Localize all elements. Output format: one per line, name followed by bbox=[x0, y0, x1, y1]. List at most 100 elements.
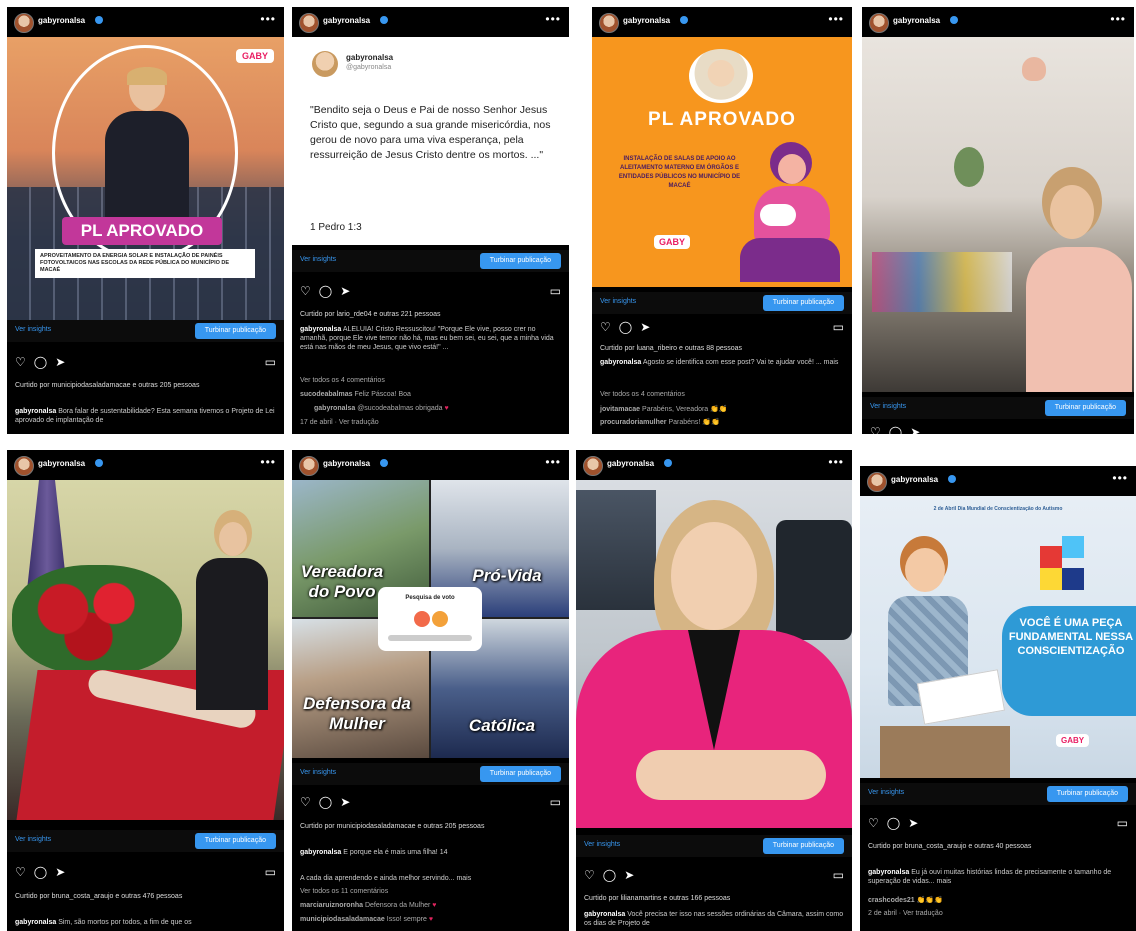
share-icon[interactable]: ➤ bbox=[340, 284, 350, 298]
share-icon[interactable]: ➤ bbox=[55, 865, 65, 879]
username[interactable]: gabyronalsa bbox=[323, 459, 370, 468]
username[interactable]: gabyronalsa bbox=[891, 475, 938, 484]
promote-button[interactable]: Turbinar publicação bbox=[1044, 400, 1126, 416]
caption-username[interactable]: gabyronalsa bbox=[15, 408, 56, 415]
promote-button[interactable]: Turbinar publicação bbox=[479, 766, 561, 782]
caption-username[interactable]: gabyronalsa bbox=[868, 869, 909, 876]
view-insights-link[interactable]: Ver insights bbox=[300, 769, 336, 776]
like-icon[interactable]: ♡ bbox=[868, 816, 879, 830]
post-time[interactable]: 17 de abril · Ver tradução bbox=[300, 419, 561, 426]
comment-icon[interactable]: ◯ bbox=[34, 865, 47, 879]
promote-button[interactable]: Turbinar publicação bbox=[1046, 786, 1128, 802]
username[interactable]: gabyronalsa bbox=[38, 16, 85, 25]
comment-icon[interactable]: ◯ bbox=[887, 816, 900, 830]
view-insights-link[interactable]: Ver insights bbox=[600, 298, 636, 305]
comment-username[interactable]: crashcodes21 bbox=[868, 897, 915, 904]
view-comments-link[interactable]: Ver todos os 4 comentários bbox=[300, 377, 561, 384]
post-image[interactable]: PL APROVADO INSTALAÇÃO DE SALAS DE APOIO… bbox=[592, 37, 852, 287]
comment-username[interactable]: gabyronalsa bbox=[314, 405, 355, 412]
avatar[interactable] bbox=[599, 13, 619, 33]
post-image[interactable]: Vereadora do Povo Pró-Vida Defensora da … bbox=[292, 480, 569, 758]
username[interactable]: gabyronalsa bbox=[623, 16, 670, 25]
like-icon[interactable]: ♡ bbox=[300, 284, 311, 298]
share-icon[interactable]: ➤ bbox=[908, 816, 918, 830]
more-options-icon[interactable]: ••• bbox=[1112, 471, 1128, 485]
comment-username[interactable]: municipiodasaladamacae bbox=[300, 916, 385, 923]
view-comments-link[interactable]: Ver todos os 4 comentários bbox=[600, 391, 844, 398]
promote-button[interactable]: Turbinar publicação bbox=[479, 253, 561, 269]
view-insights-link[interactable]: Ver insights bbox=[870, 403, 906, 410]
liked-by[interactable]: Curtido por lario_rde04 e outras 221 pes… bbox=[300, 310, 440, 319]
view-insights-link[interactable]: Ver insights bbox=[300, 256, 336, 263]
more-options-icon[interactable]: ••• bbox=[828, 455, 844, 469]
share-icon[interactable]: ➤ bbox=[640, 320, 650, 334]
more-options-icon[interactable]: ••• bbox=[1110, 12, 1126, 26]
save-icon[interactable]: ▭ bbox=[265, 355, 276, 369]
caption-username[interactable]: gabyronalsa bbox=[584, 911, 625, 918]
share-icon[interactable]: ➤ bbox=[55, 355, 65, 369]
caption-username[interactable]: gabyronalsa bbox=[300, 849, 341, 856]
poll-popup[interactable]: Pesquisa de voto bbox=[378, 587, 482, 651]
like-icon[interactable]: ♡ bbox=[15, 865, 26, 879]
like-icon[interactable]: ♡ bbox=[584, 868, 595, 882]
like-icon[interactable]: ♡ bbox=[300, 795, 311, 809]
comment-icon[interactable]: ◯ bbox=[619, 320, 632, 334]
view-insights-link[interactable]: Ver insights bbox=[15, 326, 51, 333]
save-icon[interactable]: ▭ bbox=[1117, 816, 1128, 830]
poll-option-icon[interactable] bbox=[432, 611, 448, 627]
promote-button[interactable]: Turbinar publicação bbox=[194, 323, 276, 339]
liked-by[interactable]: Curtido por municipiodasaladamacae e out… bbox=[300, 822, 500, 831]
post-image[interactable] bbox=[576, 480, 852, 828]
comment-username[interactable]: procuradoriamulher bbox=[600, 419, 667, 426]
comment-icon[interactable]: ◯ bbox=[889, 425, 902, 434]
post-image[interactable]: 2 de Abril Dia Mundial de Conscientizaçã… bbox=[860, 496, 1136, 778]
username[interactable]: gabyronalsa bbox=[323, 16, 370, 25]
share-icon[interactable]: ➤ bbox=[624, 868, 634, 882]
caption-username[interactable]: gabyronalsa bbox=[15, 919, 56, 926]
more-options-icon[interactable]: ••• bbox=[545, 12, 561, 26]
avatar[interactable] bbox=[869, 13, 889, 33]
liked-by[interactable]: Curtido por lilianamartins e outras 166 … bbox=[584, 894, 730, 903]
save-icon[interactable]: ▭ bbox=[833, 868, 844, 882]
comment-icon[interactable]: ◯ bbox=[319, 795, 332, 809]
more-options-icon[interactable]: ••• bbox=[260, 12, 276, 26]
save-icon[interactable]: ▭ bbox=[265, 865, 276, 879]
like-icon[interactable]: ♡ bbox=[15, 355, 26, 369]
view-insights-link[interactable]: Ver insights bbox=[15, 836, 51, 843]
share-icon[interactable]: ➤ bbox=[910, 425, 920, 434]
liked-by[interactable]: Curtido por bruna_costa_araujo e outras … bbox=[15, 892, 195, 901]
share-icon[interactable]: ➤ bbox=[340, 795, 350, 809]
avatar[interactable] bbox=[299, 456, 319, 476]
promote-button[interactable]: Turbinar publicação bbox=[762, 295, 844, 311]
post-image[interactable]: GABY PL APROVADO APROVEITAMENTO DA ENERG… bbox=[7, 37, 284, 320]
comment-username[interactable]: marciaruiznoronha bbox=[300, 902, 363, 909]
post-time[interactable]: 2 de abril · Ver tradução bbox=[868, 910, 1128, 917]
avatar[interactable] bbox=[867, 472, 887, 492]
promote-button[interactable]: Turbinar publicação bbox=[762, 838, 844, 854]
caption-username[interactable]: gabyronalsa bbox=[300, 326, 341, 333]
liked-by[interactable]: Curtido por bruna_costa_araujo e outras … bbox=[868, 842, 1068, 851]
post-image[interactable] bbox=[7, 480, 284, 820]
username[interactable]: gabyronalsa bbox=[38, 459, 85, 468]
post-image[interactable] bbox=[862, 37, 1134, 392]
view-comments-link[interactable]: Ver todos os 11 comentários bbox=[300, 888, 561, 895]
liked-by[interactable]: Curtido por municipiodasaladamacae e out… bbox=[15, 381, 215, 390]
username[interactable]: gabyronalsa bbox=[607, 459, 654, 468]
avatar[interactable] bbox=[583, 456, 603, 476]
view-insights-link[interactable]: Ver insights bbox=[868, 789, 904, 796]
more-options-icon[interactable]: ••• bbox=[545, 455, 561, 469]
save-icon[interactable]: ▭ bbox=[550, 284, 561, 298]
more-options-icon[interactable]: ••• bbox=[260, 455, 276, 469]
avatar[interactable] bbox=[299, 13, 319, 33]
post-image[interactable]: gabyronalsa @gabyronalsa "Bendito seja o… bbox=[292, 37, 569, 245]
poll-option-icon[interactable] bbox=[414, 611, 430, 627]
like-icon[interactable]: ♡ bbox=[600, 320, 611, 334]
comment-username[interactable]: jovitamacae bbox=[600, 406, 640, 413]
promote-button[interactable]: Turbinar publicação bbox=[194, 833, 276, 849]
comment-icon[interactable]: ◯ bbox=[319, 284, 332, 298]
avatar[interactable] bbox=[14, 456, 34, 476]
caption-username[interactable]: gabyronalsa bbox=[600, 359, 641, 366]
liked-by[interactable]: Curtido por luana_ribeiro e outras 88 pe… bbox=[600, 344, 742, 353]
comment-username[interactable]: sucodeabalmas bbox=[300, 391, 353, 398]
username[interactable]: gabyronalsa bbox=[893, 16, 940, 25]
